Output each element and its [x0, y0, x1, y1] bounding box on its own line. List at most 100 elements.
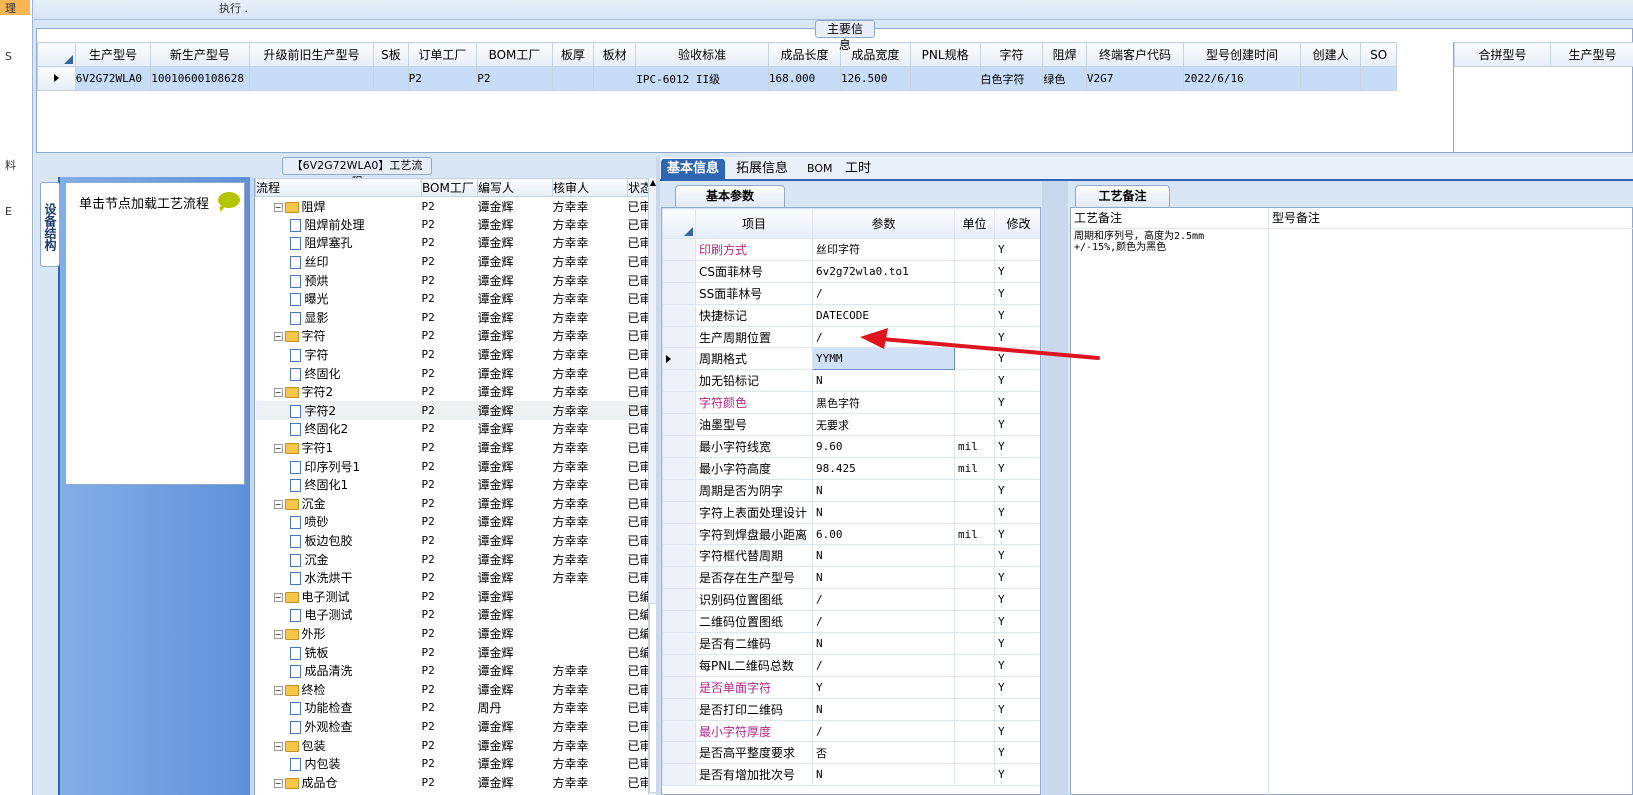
tree-row[interactable]: 板边包胶P2谭金辉方幸幸已审核: [256, 531, 656, 550]
col-header[interactable]: BOM工厂: [421, 178, 478, 197]
table-row[interactable]: 6V2G72WLA0 10010600108628 P2 P2 IPC-6012…: [37, 66, 1397, 91]
param-value[interactable]: /: [812, 588, 955, 612]
tree-row[interactable]: 显影P2谭金辉方幸幸已审核: [256, 308, 656, 327]
cell[interactable]: [551, 66, 594, 91]
cell[interactable]: 168.000: [767, 66, 841, 91]
param-row[interactable]: 周期是否为阴字 N Y: [662, 478, 1040, 502]
col-header[interactable]: 新生产型号: [150, 42, 250, 67]
tree-row[interactable]: 外观检查P2谭金辉方幸幸已审核: [256, 717, 656, 736]
tab-basic-info[interactable]: 基本信息: [661, 159, 726, 181]
col-header[interactable]: 合拼型号: [1454, 42, 1551, 67]
tree-row[interactable]: −沉金P2谭金辉方幸幸已审核: [256, 494, 656, 513]
tab-bom[interactable]: BOM: [801, 159, 839, 181]
tree-row[interactable]: 字符2P2谭金辉方幸幸已审核: [255, 401, 656, 420]
param-modify[interactable]: Y: [994, 303, 1040, 327]
cell[interactable]: 126.500: [839, 66, 911, 91]
param-value[interactable]: N: [812, 697, 955, 721]
tree-row[interactable]: −成品仓P2谭金辉方幸幸已审核: [256, 773, 656, 792]
collapse-toggle-icon[interactable]: −: [273, 685, 283, 695]
param-row[interactable]: CS面菲林号 6v2g72wla0.to1 Y: [662, 259, 1040, 283]
param-value[interactable]: N: [812, 369, 955, 393]
param-row[interactable]: 最小字符线宽 9.60 mil Y: [662, 435, 1040, 458]
tree-row[interactable]: 内包装P2谭金辉方幸幸已审核: [256, 754, 656, 773]
tree-row[interactable]: 终固化2P2谭金辉方幸幸已审核: [256, 420, 656, 439]
param-value[interactable]: Y: [812, 675, 955, 699]
param-row[interactable]: 是否单面字符 Y Y: [662, 675, 1040, 699]
param-modify[interactable]: Y: [994, 632, 1040, 655]
param-value[interactable]: 黑色字符: [812, 391, 955, 415]
col-header[interactable]: 订单工厂: [407, 42, 478, 67]
cell[interactable]: [909, 66, 981, 91]
collapse-toggle-icon[interactable]: −: [273, 332, 283, 342]
param-value[interactable]: /: [812, 610, 955, 634]
col-header[interactable]: SO: [1360, 42, 1397, 67]
tree-row[interactable]: 终固化1P2谭金辉方幸幸已审核: [256, 475, 656, 494]
cell[interactable]: 10010600108628: [150, 66, 250, 91]
tree-row[interactable]: 丝印P2谭金辉方幸幸已审核: [256, 252, 656, 271]
tree-row[interactable]: −包装P2谭金辉方幸幸已审核: [256, 736, 656, 755]
cell[interactable]: 绿色: [1042, 66, 1087, 91]
cell[interactable]: [592, 66, 637, 91]
col-header[interactable]: 终端客户代码: [1085, 42, 1185, 67]
param-modify[interactable]: Y: [994, 544, 1040, 568]
collapse-toggle-icon[interactable]: −: [273, 388, 283, 398]
cell[interactable]: V2G7: [1085, 66, 1185, 91]
param-row[interactable]: 加无铅标记 N Y: [662, 369, 1040, 393]
param-modify[interactable]: Y: [994, 741, 1040, 765]
col-header[interactable]: S板: [373, 42, 409, 67]
tree-row[interactable]: 功能检查P2周丹方幸幸已审核: [256, 699, 656, 718]
param-modify[interactable]: Y: [994, 500, 1040, 524]
param-value[interactable]: 6.00: [812, 522, 955, 546]
param-modify[interactable]: Y: [994, 478, 1040, 502]
cell[interactable]: [1299, 66, 1362, 91]
collapse-toggle-icon[interactable]: −: [273, 592, 283, 602]
cell[interactable]: P2: [407, 66, 478, 91]
param-row[interactable]: 油墨型号 无要求 Y: [662, 413, 1040, 437]
col-header[interactable]: 型号创建时间: [1183, 42, 1301, 67]
col-header[interactable]: 项目: [695, 208, 813, 239]
process-note-textarea[interactable]: 周期和序列号，高度为2.5mm +/-15%,颜色为黑色: [1071, 229, 1269, 795]
tab-equipment-structure[interactable]: 设备结构: [40, 182, 60, 267]
param-modify[interactable]: Y: [994, 697, 1040, 721]
param-modify[interactable]: Y: [994, 566, 1040, 590]
tree-row[interactable]: 成品清洗P2谭金辉方幸幸已审核: [256, 661, 656, 680]
col-header[interactable]: 升级前旧生产型号: [248, 42, 375, 67]
col-header[interactable]: BOM工厂: [476, 42, 553, 67]
param-row[interactable]: 是否存在生产型号 N Y: [662, 566, 1040, 590]
param-row[interactable]: 字符颜色 黑色字符 Y: [662, 391, 1040, 415]
param-value[interactable]: N: [812, 566, 955, 590]
col-header[interactable]: 成品长度: [767, 42, 841, 67]
cell[interactable]: IPC-6012 II级: [635, 66, 769, 91]
tab-basic-params[interactable]: 基本参数: [675, 185, 785, 207]
collapse-toggle-icon[interactable]: −: [273, 741, 283, 751]
param-modify[interactable]: Y: [994, 719, 1040, 743]
tree-row[interactable]: −字符P2谭金辉方幸幸已审核: [256, 327, 656, 346]
col-header[interactable]: 板材: [592, 42, 637, 67]
tree-row[interactable]: 电子测试P2谭金辉已编写: [256, 606, 656, 625]
param-row[interactable]: 是否有增加批次号 N Y: [662, 763, 1040, 787]
tree-row[interactable]: −终检P2谭金辉方幸幸已审核: [256, 680, 656, 699]
param-value[interactable]: DATECODE: [812, 303, 955, 327]
param-value[interactable]: /: [812, 719, 955, 743]
param-modify[interactable]: Y: [994, 763, 1040, 787]
tree-row[interactable]: 水洗烘干P2谭金辉方幸幸已审核: [256, 568, 656, 587]
param-modify[interactable]: Y: [994, 588, 1040, 612]
param-row[interactable]: 识别码位置图纸 / Y: [662, 588, 1040, 612]
param-modify[interactable]: Y: [994, 391, 1040, 415]
param-row[interactable]: 每PNL二维码总数 / Y: [662, 653, 1040, 677]
tree-row[interactable]: −阻焊P2谭金辉方幸幸已审核: [256, 197, 656, 216]
tree-row[interactable]: 预烘P2谭金辉方幸幸已审核: [256, 271, 656, 290]
param-row[interactable]: 印刷方式 丝印字符 Y: [662, 238, 1040, 261]
cell[interactable]: 白色字符: [979, 66, 1044, 91]
tab-extended-info[interactable]: 拓展信息: [730, 159, 794, 181]
col-header[interactable]: 流程: [255, 178, 422, 197]
col-header[interactable]: 核审人: [552, 178, 628, 197]
col-header[interactable]: 单位: [954, 208, 995, 239]
tree-row[interactable]: 沉金P2谭金辉方幸幸已审核: [256, 550, 656, 569]
param-value[interactable]: N: [812, 632, 955, 655]
param-modify[interactable]: Y: [994, 238, 1040, 261]
tree-row[interactable]: −字符2P2谭金辉方幸幸已审核: [256, 382, 656, 401]
param-modify[interactable]: Y: [994, 456, 1040, 480]
param-value[interactable]: N: [812, 478, 955, 502]
param-row[interactable]: 是否有二维码 N Y: [662, 632, 1040, 655]
